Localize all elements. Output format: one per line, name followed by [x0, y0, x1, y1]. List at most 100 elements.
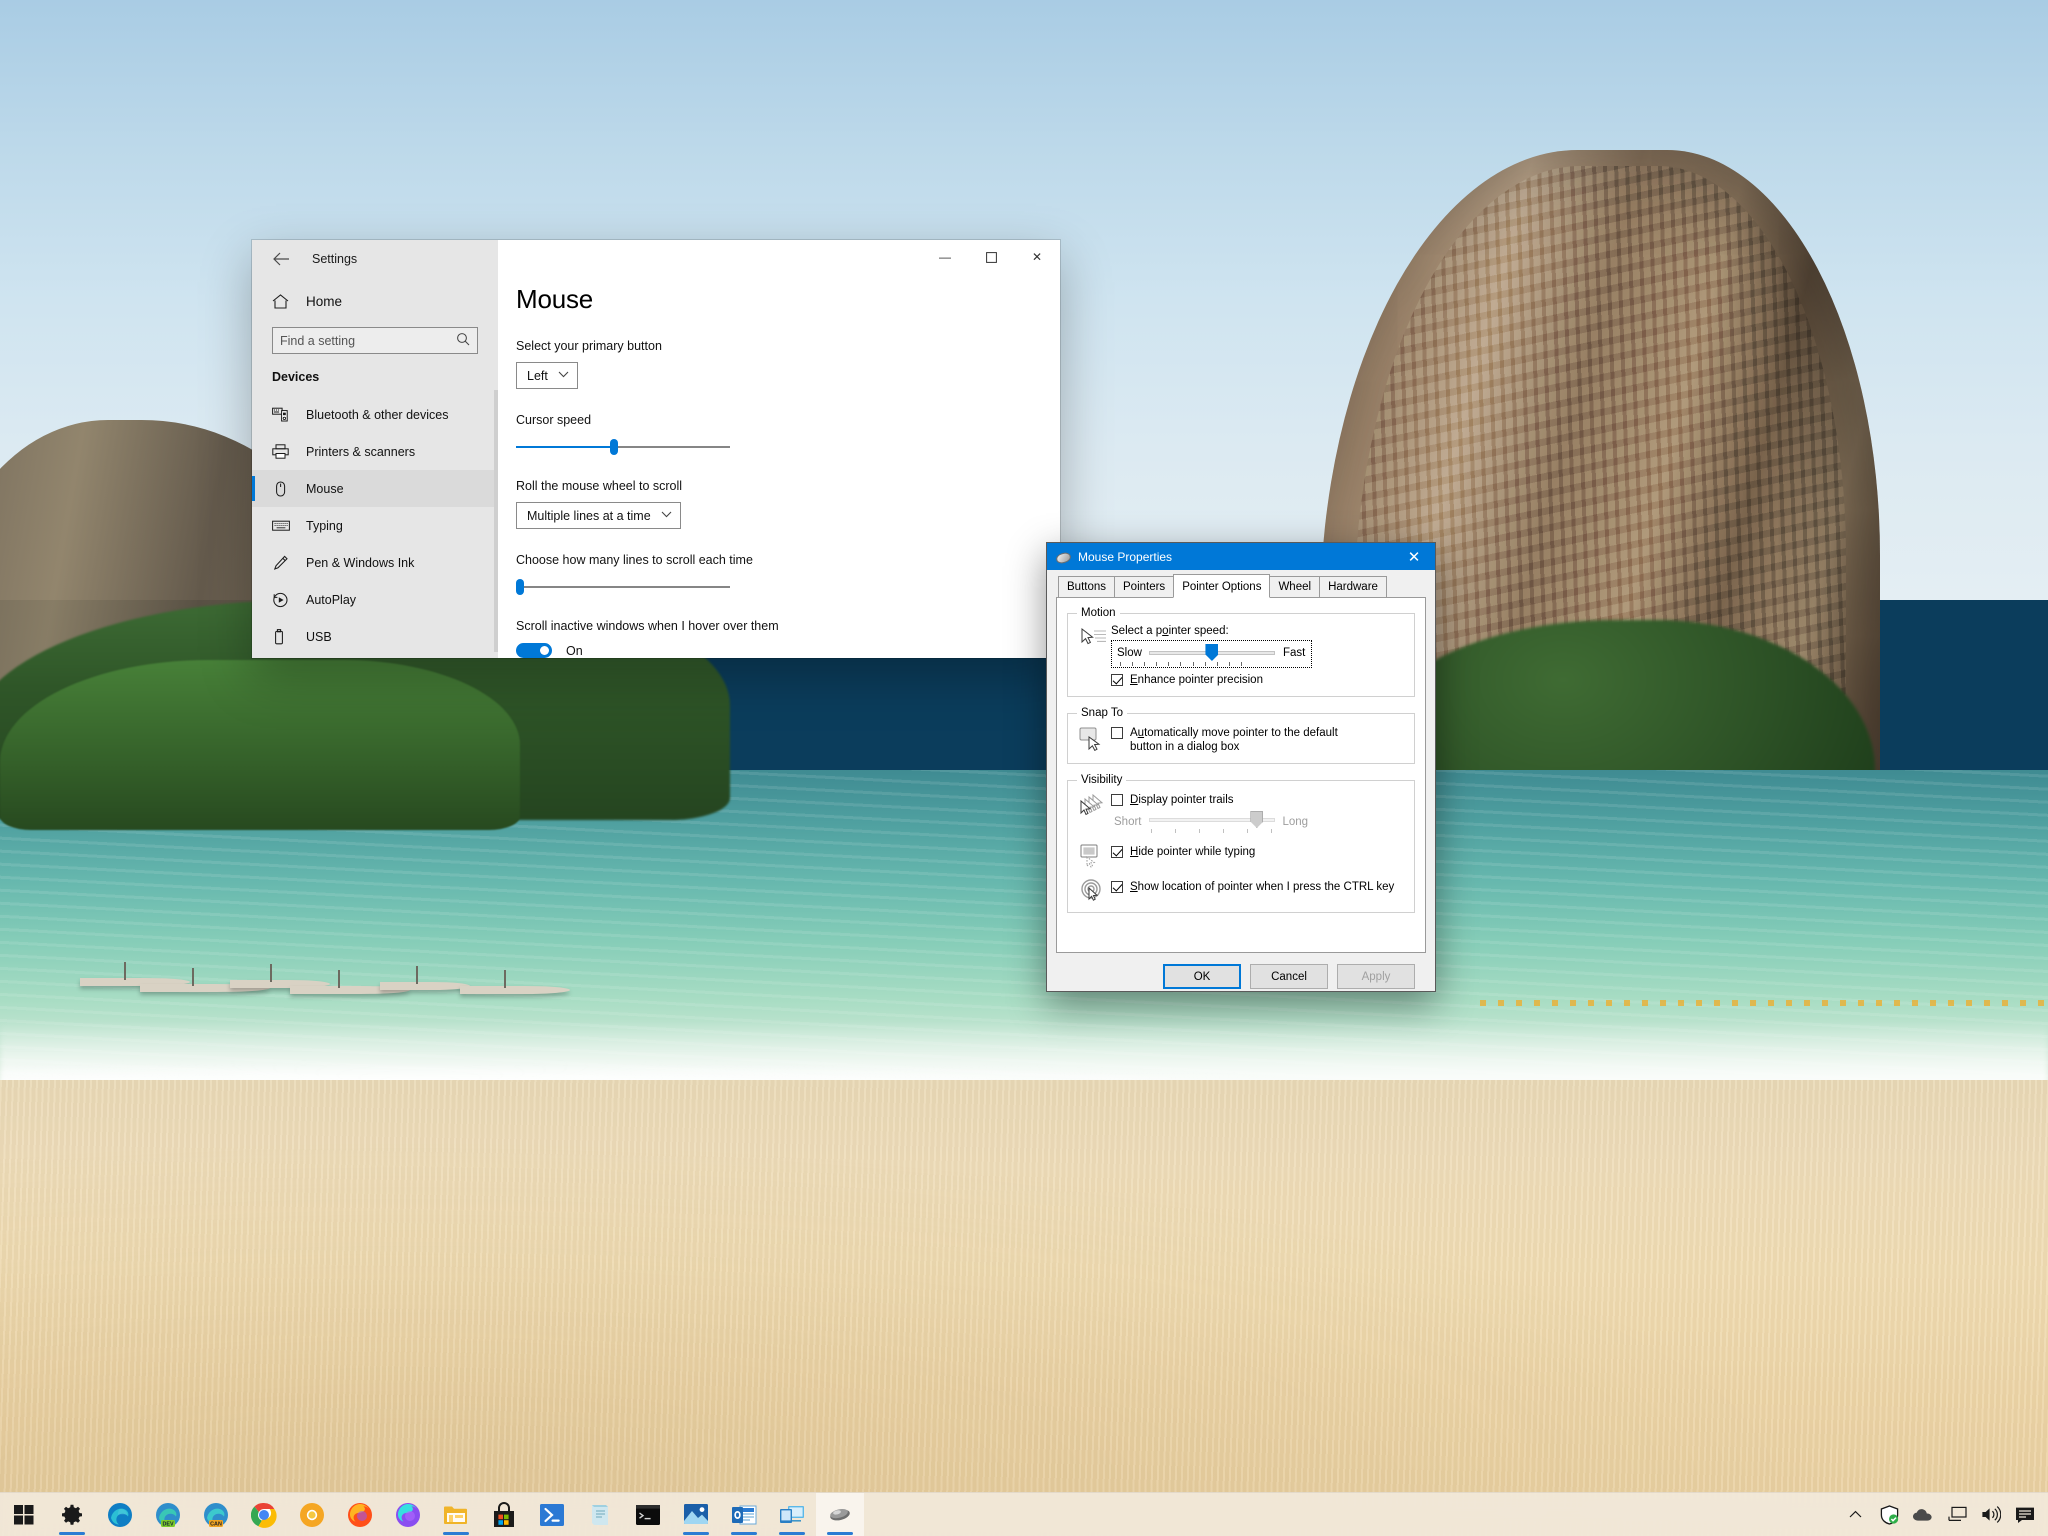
pointer-trails-icon: [1077, 792, 1111, 833]
taskbar-item-microsoft-edge-dev[interactable]: DEV: [144, 1493, 192, 1536]
action-center-icon[interactable]: [2008, 1493, 2042, 1536]
trails-length-slider[interactable]: [1149, 811, 1275, 828]
snap-to-legend: Snap To: [1077, 707, 1127, 719]
taskbar-item-firefox-nightly[interactable]: [384, 1493, 432, 1536]
search-input[interactable]: [280, 334, 456, 348]
taskbar-item-outlook[interactable]: [720, 1493, 768, 1536]
minimize-button[interactable]: —: [922, 240, 968, 274]
sidebar-item-pen-windows-ink[interactable]: Pen & Windows Ink: [252, 544, 498, 581]
taskbar-item-file-explorer[interactable]: [432, 1493, 480, 1536]
dialog-titlebar[interactable]: Mouse Properties ✕: [1047, 543, 1435, 570]
tab-wheel[interactable]: Wheel: [1269, 576, 1320, 597]
cursor-speed-label: Cursor speed: [516, 413, 1060, 427]
snap-to-row[interactable]: Automatically move pointer to the defaul…: [1111, 726, 1405, 754]
taskbar-item-google-chrome[interactable]: [240, 1493, 288, 1536]
enhance-precision-checkbox[interactable]: [1111, 674, 1123, 686]
sidebar-item-printers-scanners[interactable]: Printers & scanners: [252, 433, 498, 470]
mouse-icon: [272, 481, 296, 497]
pointer-speed-slider-wrap: Slow Fast: [1111, 640, 1312, 668]
wheel-scroll-label: Roll the mouse wheel to scroll: [516, 479, 1060, 493]
taskbar-item-microsoft-store[interactable]: [480, 1493, 528, 1536]
back-arrow-icon[interactable]: [264, 244, 298, 274]
sidebar-item-mouse[interactable]: Mouse: [252, 470, 498, 507]
pointer-speed-slider[interactable]: [1149, 644, 1275, 661]
svg-text:DEV: DEV: [162, 1521, 173, 1527]
show-ctrl-location-label: Show location of pointer when I press th…: [1130, 880, 1394, 894]
visibility-group: Visibility: [1067, 774, 1415, 913]
sidebar-item-home[interactable]: Home: [252, 286, 498, 317]
taskbar-item-powershell[interactable]: [528, 1493, 576, 1536]
apply-button: Apply: [1337, 964, 1415, 989]
close-button[interactable]: ✕: [1014, 240, 1060, 274]
maximize-button[interactable]: [968, 240, 1014, 274]
cursor-speed-slider[interactable]: [516, 439, 730, 455]
sidebar-item-autoplay[interactable]: AutoPlay: [252, 581, 498, 618]
close-icon[interactable]: ✕: [1393, 543, 1435, 570]
sidebar-item-usb[interactable]: USB: [252, 618, 498, 655]
taskbar-item-microsoft-edge-canary[interactable]: CAN: [192, 1493, 240, 1536]
chrome-icon: [251, 1502, 277, 1528]
pointer-speed-icon: [1077, 625, 1111, 687]
onedrive-icon[interactable]: [1906, 1493, 1940, 1536]
cancel-button[interactable]: Cancel: [1250, 964, 1328, 989]
settings-window[interactable]: Settings Home Devices: [252, 240, 1060, 658]
taskbar-item-photos[interactable]: [672, 1493, 720, 1536]
keyboard-icon: [272, 519, 296, 532]
ok-button[interactable]: OK: [1163, 964, 1241, 989]
page-title: Mouse: [516, 284, 1060, 315]
slow-label: Slow: [1117, 647, 1142, 659]
dialog-title: Mouse Properties: [1078, 550, 1172, 564]
taskbar-item-microsoft-edge[interactable]: [96, 1493, 144, 1536]
network-icon[interactable]: [1940, 1493, 1974, 1536]
bluetooth-devices-icon: [272, 407, 296, 422]
sidebar-item-bluetooth-other-devices[interactable]: Bluetooth & other devices: [252, 396, 498, 433]
taskbar-item-chrome-canary[interactable]: [288, 1493, 336, 1536]
mouse-properties-dialog[interactable]: Mouse Properties ✕ Buttons Pointers Poin…: [1046, 542, 1436, 992]
sidebar-item-typing[interactable]: Typing: [252, 507, 498, 544]
snap-to-checkbox[interactable]: [1111, 727, 1123, 739]
hide-pointer-checkbox[interactable]: [1111, 846, 1123, 858]
start-button[interactable]: [0, 1493, 48, 1536]
taskbar-item-mouse-properties[interactable]: [816, 1493, 864, 1536]
wheel-scroll-dropdown[interactable]: Multiple lines at a time: [516, 502, 681, 529]
primary-button-dropdown[interactable]: Left: [516, 362, 578, 389]
pen-icon: [272, 555, 296, 571]
tab-hardware[interactable]: Hardware: [1319, 576, 1387, 597]
taskbar-item-remote-desktop[interactable]: [768, 1493, 816, 1536]
search-box[interactable]: [272, 327, 478, 354]
show-hidden-icons-chevron[interactable]: [1838, 1493, 1872, 1536]
display-trails-row[interactable]: Display pointer trails: [1111, 793, 1405, 807]
outlook-icon: [731, 1504, 757, 1526]
tab-pointer-options[interactable]: Pointer Options: [1173, 574, 1270, 598]
taskbar-item-firefox[interactable]: [336, 1493, 384, 1536]
inactive-scroll-label: Scroll inactive windows when I hover ove…: [516, 619, 1060, 633]
microsoft-store-icon: [492, 1502, 516, 1528]
svg-text:CAN: CAN: [210, 1521, 222, 1527]
lines-to-scroll-slider[interactable]: [516, 579, 730, 595]
show-ctrl-location-row[interactable]: Show location of pointer when I press th…: [1111, 880, 1405, 894]
show-ctrl-location-checkbox[interactable]: [1111, 881, 1123, 893]
trails-short-label: Short: [1114, 816, 1142, 828]
settings-titlebar: Settings: [252, 240, 498, 278]
toggle-switch[interactable]: [516, 643, 552, 658]
home-label: Home: [306, 294, 342, 309]
display-trails-checkbox[interactable]: [1111, 794, 1123, 806]
taskbar-item-notepad[interactable]: [576, 1493, 624, 1536]
tab-buttons[interactable]: Buttons: [1058, 576, 1115, 597]
wallpaper-jungle-front: [0, 660, 520, 830]
taskbar-item-settings[interactable]: [48, 1493, 96, 1536]
edge-dev-icon: DEV: [155, 1502, 181, 1528]
hide-pointer-row[interactable]: Hide pointer while typing: [1111, 845, 1405, 859]
enhance-precision-row[interactable]: Enhance pointer precision: [1111, 673, 1405, 687]
taskbar-item-command-prompt[interactable]: [624, 1493, 672, 1536]
settings-sidebar: Settings Home Devices: [252, 240, 498, 658]
snap-to-label: Automatically move pointer to the defaul…: [1130, 726, 1344, 754]
window-controls: — ✕: [922, 240, 1060, 274]
tab-pointers[interactable]: Pointers: [1114, 576, 1174, 597]
windows-defender-icon[interactable]: [1872, 1493, 1906, 1536]
inactive-scroll-toggle[interactable]: On: [516, 643, 1060, 658]
volume-icon[interactable]: [1974, 1493, 2008, 1536]
snap-button-icon: [1077, 725, 1111, 754]
firefox-nightly-icon: [395, 1502, 421, 1528]
hide-pointer-icon: [1077, 842, 1111, 868]
